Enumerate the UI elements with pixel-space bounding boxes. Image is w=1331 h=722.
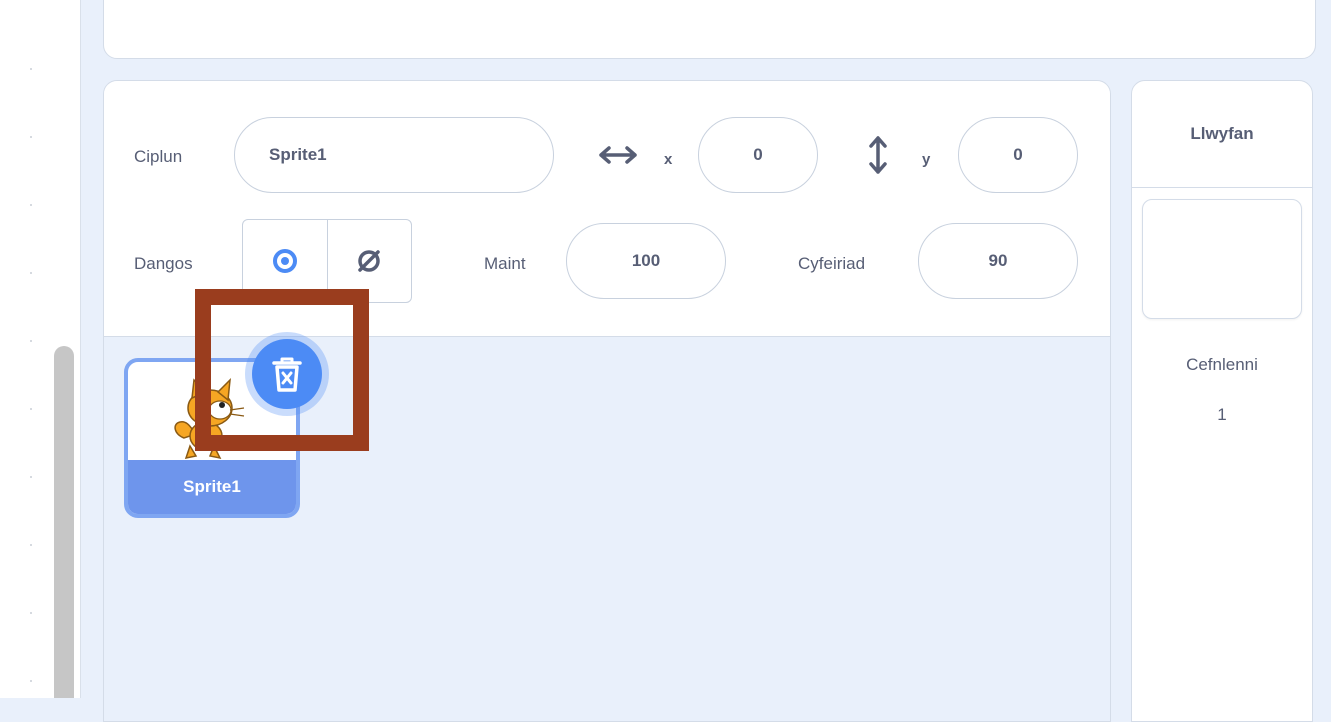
grid-dots xyxy=(30,0,34,698)
backdrops-count: 1 xyxy=(1217,405,1227,424)
grid-dot xyxy=(30,136,32,138)
grid-dot xyxy=(30,68,32,70)
grid-dot xyxy=(30,476,32,478)
x-input[interactable]: 0 xyxy=(698,117,818,193)
y-label: y xyxy=(922,151,931,168)
grid-dot xyxy=(30,680,32,682)
grid-dot xyxy=(30,544,32,546)
size-label: Maint xyxy=(484,254,526,273)
show-label: Dangos xyxy=(134,254,193,273)
sprite-name-input[interactable]: Sprite1 xyxy=(234,117,554,193)
stage-selector-pane[interactable]: Llwyfan Cefnlenni 1 xyxy=(1131,80,1313,722)
y-input[interactable]: 0 xyxy=(958,117,1078,193)
grid-dot xyxy=(30,340,32,342)
direction-label: Cyfeiriad xyxy=(798,254,866,273)
grid-dot xyxy=(30,408,32,410)
stage-title: Llwyfan xyxy=(1132,81,1312,188)
grid-dot xyxy=(30,612,32,614)
eye-slash-icon xyxy=(358,250,380,272)
stage-canvas-bottom xyxy=(103,0,1316,59)
vertical-scrollbar[interactable] xyxy=(54,346,74,698)
blocks-area-edge xyxy=(0,0,81,698)
horizontal-arrow-icon xyxy=(599,146,637,164)
grid-dot xyxy=(30,204,32,206)
highlight-box xyxy=(195,289,369,451)
sprite-tile-name: Sprite1 xyxy=(128,460,296,514)
stage-thumbnail[interactable] xyxy=(1142,199,1302,319)
vertical-arrow-icon xyxy=(869,136,887,174)
backdrops-label: Cefnlenni xyxy=(1186,355,1258,374)
x-label: x xyxy=(664,151,673,168)
size-input[interactable]: 100 xyxy=(566,223,726,299)
grid-dot xyxy=(30,272,32,274)
eye-icon xyxy=(272,249,297,273)
direction-input[interactable]: 90 xyxy=(918,223,1078,299)
sprite-name-label: Ciplun xyxy=(134,147,183,166)
